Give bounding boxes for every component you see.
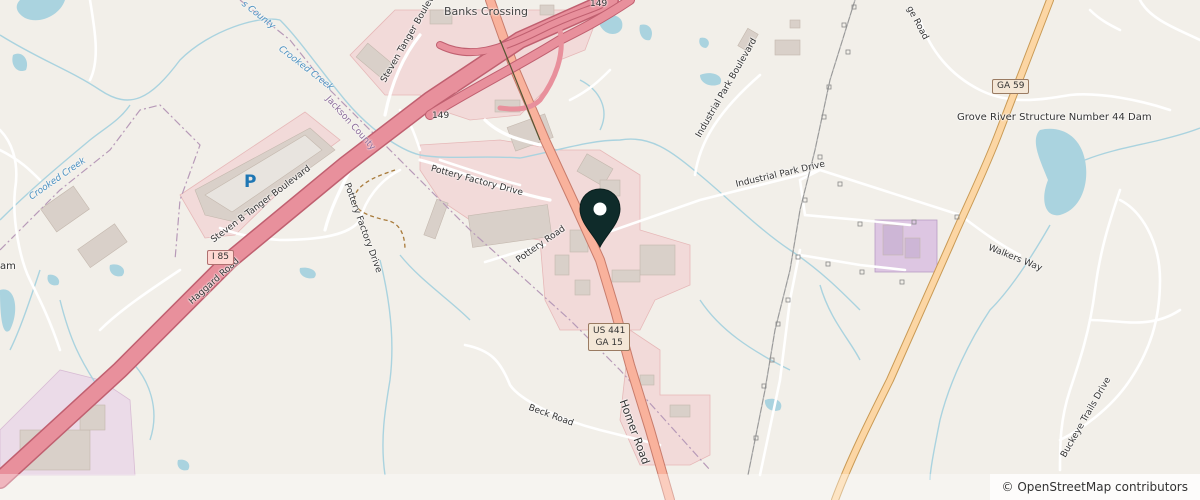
route-label-149-mid: 149: [432, 111, 450, 121]
parking-icon: P: [244, 172, 257, 192]
map-canvas[interactable]: [0, 0, 1200, 500]
shield-i85: I 85: [207, 250, 234, 265]
attribution-link[interactable]: © OpenStreetMap contributors: [989, 474, 1200, 500]
place-label-grove-river-dam: Grove River Structure Number 44 Dam: [957, 112, 1152, 123]
place-label-banks-crossing: Banks Crossing: [444, 5, 529, 18]
location-pin-icon[interactable]: [576, 187, 624, 249]
shield-ga59: GA 59: [992, 79, 1030, 94]
shield-us441: US 441: [593, 326, 626, 336]
ga-59-road: [831, 0, 1054, 500]
railway: [747, 0, 856, 476]
shield-ga15: GA 15: [595, 338, 623, 348]
place-label-dam-edge: am: [0, 261, 16, 272]
shield-us441-ga15: US 441 GA 15: [588, 323, 631, 351]
route-label-149-top: 149: [590, 0, 608, 9]
